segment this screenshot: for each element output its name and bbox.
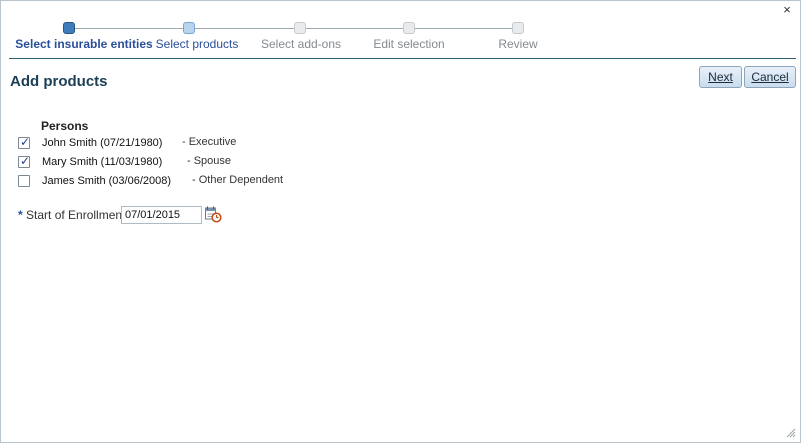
- person-name: James Smith (03/06/2008): [42, 175, 172, 187]
- start-of-enrollment-label: * Start of Enrollment: [18, 208, 125, 222]
- close-icon[interactable]: ×: [780, 3, 794, 17]
- cancel-button-label: Cancel: [751, 70, 789, 84]
- person-checkbox-mary-smith[interactable]: ✓: [18, 154, 31, 168]
- person-checkbox-james-smith[interactable]: [18, 175, 30, 187]
- person-role: - Other Dependent: [192, 174, 284, 186]
- person-checkbox-john-smith[interactable]: ✓: [18, 135, 31, 149]
- checkmark-icon: ✓: [20, 154, 31, 168]
- train-stop-edit-selection: [403, 22, 415, 34]
- step-label-review: Review: [498, 37, 538, 51]
- add-products-dialog: × Select insurable entities Select produ…: [0, 0, 801, 443]
- required-marker: *: [18, 208, 23, 222]
- next-button[interactable]: Next: [699, 66, 742, 88]
- person-role: - Executive: [182, 136, 237, 148]
- train-stop-select-add-ons: [294, 22, 306, 34]
- person-name: Mary Smith (11/03/1980): [42, 156, 163, 168]
- start-of-enrollment-input[interactable]: [121, 206, 202, 224]
- step-label-edit-selection: Edit selection: [373, 37, 445, 51]
- train-stop-review: [512, 22, 524, 34]
- wizard-train: Select insurable entities Select product…: [1, 19, 801, 55]
- person-name: John Smith (07/21/1980): [42, 137, 163, 149]
- step-label-select-add-ons: Select add-ons: [260, 37, 342, 51]
- cancel-button[interactable]: Cancel: [744, 66, 796, 88]
- step-label-select-products: Select products: [155, 37, 239, 51]
- header-divider: [9, 58, 796, 59]
- next-button-label: Next: [708, 70, 733, 84]
- resize-grip-icon[interactable]: [786, 428, 796, 438]
- person-role: - Spouse: [187, 155, 232, 167]
- checkmark-icon: ✓: [20, 135, 31, 149]
- train-stop-select-insurable-entities[interactable]: [63, 22, 75, 34]
- step-label-select-insurable-entities[interactable]: Select insurable entities: [15, 37, 152, 51]
- calendar-icon[interactable]: [204, 205, 222, 223]
- start-of-enrollment-text: Start of Enrollment: [26, 208, 126, 222]
- train-stop-select-products: [183, 22, 195, 34]
- page-title: Add products: [10, 73, 108, 90]
- persons-heading: Persons: [41, 119, 89, 133]
